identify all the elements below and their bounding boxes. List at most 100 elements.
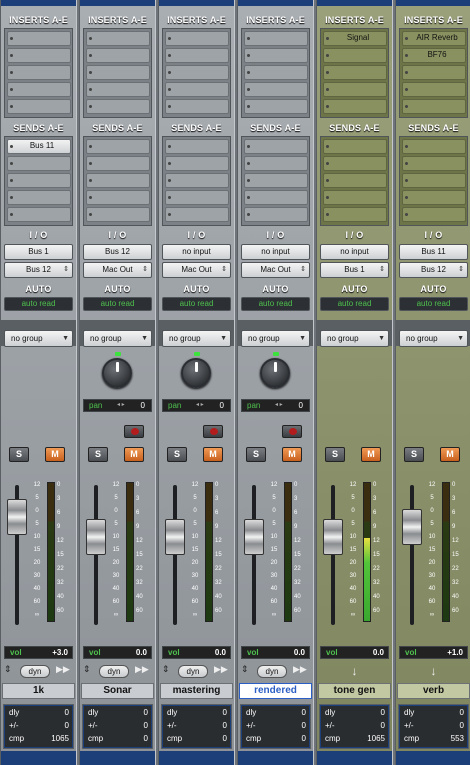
send-slot[interactable]: [244, 139, 308, 154]
insert-slot[interactable]: [323, 99, 387, 114]
dyn-button[interactable]: dyn: [257, 665, 287, 678]
insert-slot[interactable]: [165, 99, 229, 114]
insert-slot[interactable]: [86, 65, 150, 80]
insert-slot[interactable]: [7, 99, 71, 114]
solo-button[interactable]: S: [167, 447, 187, 462]
send-slot[interactable]: [165, 173, 229, 188]
pan-readout[interactable]: pan ◂ ▸ 0: [83, 399, 152, 412]
group-selector[interactable]: no group ▼: [162, 330, 231, 347]
send-slot[interactable]: [323, 207, 387, 222]
io-output-selector[interactable]: Bus 12 ⇕: [399, 262, 468, 278]
insert-slot[interactable]: [323, 82, 387, 97]
group-selector[interactable]: no group ▼: [83, 330, 152, 347]
dyn-button[interactable]: dyn: [178, 665, 208, 678]
send-slot[interactable]: [402, 190, 466, 205]
volume-readout[interactable]: vol 0.0: [162, 646, 231, 659]
mute-button[interactable]: M: [124, 447, 144, 462]
automation-mode-selector[interactable]: auto read: [320, 297, 389, 311]
group-selector[interactable]: no group ▼: [399, 330, 468, 347]
record-button[interactable]: [203, 425, 223, 438]
send-slot[interactable]: [165, 207, 229, 222]
automation-mode-selector[interactable]: auto read: [241, 297, 310, 311]
dyn-button[interactable]: dyn: [99, 665, 129, 678]
insert-slot[interactable]: AIR Reverb: [402, 31, 466, 46]
mute-button[interactable]: M: [45, 447, 65, 462]
send-slot[interactable]: [402, 207, 466, 222]
record-button[interactable]: [282, 425, 302, 438]
mute-button[interactable]: M: [282, 447, 302, 462]
send-slot[interactable]: [323, 190, 387, 205]
io-input-selector[interactable]: no input: [241, 244, 310, 260]
track-name[interactable]: rendered: [239, 683, 312, 699]
send-slot[interactable]: [86, 139, 150, 154]
insert-slot[interactable]: [402, 82, 466, 97]
insert-slot[interactable]: [402, 65, 466, 80]
volume-fader[interactable]: [86, 518, 106, 555]
insert-slot[interactable]: [7, 31, 71, 46]
insert-slot[interactable]: Signal: [323, 31, 387, 46]
group-selector[interactable]: no group ▼: [320, 330, 389, 347]
dyn-button[interactable]: dyn: [20, 665, 50, 678]
mute-button[interactable]: M: [440, 447, 460, 462]
fast-forward-icon[interactable]: ▶▶: [214, 664, 228, 675]
automation-mode-selector[interactable]: auto read: [83, 297, 152, 311]
track-name[interactable]: verb: [397, 683, 470, 699]
io-input-selector[interactable]: no input: [162, 244, 231, 260]
insert-slot[interactable]: [244, 99, 308, 114]
io-output-selector[interactable]: Bus 1 ⇕: [320, 262, 389, 278]
pan-knob[interactable]: [181, 352, 211, 388]
insert-slot[interactable]: BF76: [402, 48, 466, 63]
insert-slot[interactable]: [7, 82, 71, 97]
track-name[interactable]: Sonar: [81, 683, 154, 699]
volume-readout[interactable]: vol +1.0: [399, 646, 468, 659]
volume-fader[interactable]: [402, 509, 422, 545]
insert-slot[interactable]: [86, 99, 150, 114]
send-slot[interactable]: [165, 139, 229, 154]
pan-knob[interactable]: [260, 352, 290, 388]
pan-readout[interactable]: pan ◂ ▸ 0: [162, 399, 231, 412]
volume-readout[interactable]: vol 0.0: [320, 646, 389, 659]
record-button[interactable]: [124, 425, 144, 438]
automation-mode-selector[interactable]: auto read: [162, 297, 231, 311]
insert-slot[interactable]: [323, 48, 387, 63]
track-name[interactable]: tone gen: [318, 683, 391, 699]
send-slot[interactable]: [7, 156, 71, 171]
volume-fader[interactable]: [323, 518, 343, 555]
automation-mode-selector[interactable]: auto read: [4, 297, 73, 311]
insert-slot[interactable]: [244, 48, 308, 63]
track-name[interactable]: mastering: [160, 683, 233, 699]
insert-slot[interactable]: [7, 48, 71, 63]
automation-mode-selector[interactable]: auto read: [399, 297, 468, 311]
io-input-selector[interactable]: Bus 1: [4, 244, 73, 260]
send-slot[interactable]: [86, 190, 150, 205]
send-slot[interactable]: [244, 207, 308, 222]
volume-readout[interactable]: vol +3.0: [4, 646, 73, 659]
pan-readout[interactable]: pan ◂ ▸ 0: [241, 399, 310, 412]
send-slot[interactable]: [244, 173, 308, 188]
send-slot[interactable]: [86, 207, 150, 222]
send-slot[interactable]: [402, 156, 466, 171]
track-name[interactable]: 1k: [2, 683, 75, 699]
insert-slot[interactable]: [165, 65, 229, 80]
volume-fader[interactable]: [7, 499, 27, 536]
io-output-selector[interactable]: Mac Out ⇕: [83, 262, 152, 278]
insert-slot[interactable]: [244, 31, 308, 46]
solo-button[interactable]: S: [9, 447, 29, 462]
fast-forward-icon[interactable]: ▶▶: [56, 664, 70, 675]
insert-slot[interactable]: [165, 82, 229, 97]
send-slot[interactable]: [165, 190, 229, 205]
insert-slot[interactable]: [165, 31, 229, 46]
fast-forward-icon[interactable]: ▶▶: [135, 664, 149, 675]
send-slot[interactable]: [7, 190, 71, 205]
send-slot[interactable]: [165, 156, 229, 171]
insert-slot[interactable]: [86, 31, 150, 46]
io-output-selector[interactable]: Mac Out ⇕: [241, 262, 310, 278]
insert-slot[interactable]: [86, 48, 150, 63]
insert-slot[interactable]: [402, 99, 466, 114]
send-slot[interactable]: [7, 173, 71, 188]
group-selector[interactable]: no group ▼: [4, 330, 73, 347]
io-output-selector[interactable]: Bus 12 ⇕: [4, 262, 73, 278]
pan-knob[interactable]: [102, 352, 132, 388]
fast-forward-icon[interactable]: ▶▶: [293, 664, 307, 675]
volume-fader[interactable]: [165, 518, 185, 555]
